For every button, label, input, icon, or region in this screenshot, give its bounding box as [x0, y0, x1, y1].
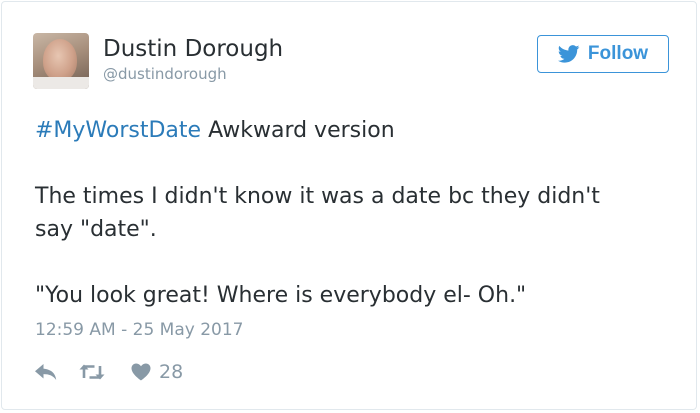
tweet-paragraph-3: "You look great! Where is everybody el- …	[35, 283, 527, 308]
tweet-paragraph-2-cont: say "date".	[35, 217, 157, 242]
author-handle[interactable]: @dustindorough	[103, 64, 227, 84]
reply-icon	[35, 364, 57, 380]
avatar[interactable]	[33, 33, 89, 89]
like-count: 28	[159, 361, 184, 383]
tweet-line-1: #MyWorstDate Awkward version	[35, 114, 675, 147]
tweet-actions: 28	[35, 360, 183, 384]
author-name[interactable]: Dustin Dorough	[103, 35, 283, 63]
follow-button-label: Follow	[587, 43, 649, 64]
twitter-bird-icon	[557, 45, 580, 63]
retweet-button[interactable]	[79, 363, 105, 381]
like-button[interactable]: 28	[131, 361, 183, 383]
tweet-timestamp[interactable]: 12:59 AM - 25 May 2017	[35, 319, 243, 341]
avatar-shirt	[33, 77, 89, 89]
follow-button[interactable]: Follow	[537, 35, 669, 73]
tweet-paragraph-2: The times I didn't know it was a date bc…	[35, 184, 600, 209]
hashtag-link[interactable]: #MyWorstDate	[35, 118, 201, 143]
retweet-icon	[79, 364, 105, 380]
tweet-card: Dustin Dorough @dustindorough Follow #My…	[1, 1, 697, 410]
tweet-text: #MyWorstDate Awkward version The times I…	[35, 114, 675, 312]
avatar-face	[43, 39, 77, 81]
heart-icon	[131, 363, 151, 381]
tweet-line-1-text: Awkward version	[201, 118, 395, 143]
reply-button[interactable]	[35, 363, 57, 381]
